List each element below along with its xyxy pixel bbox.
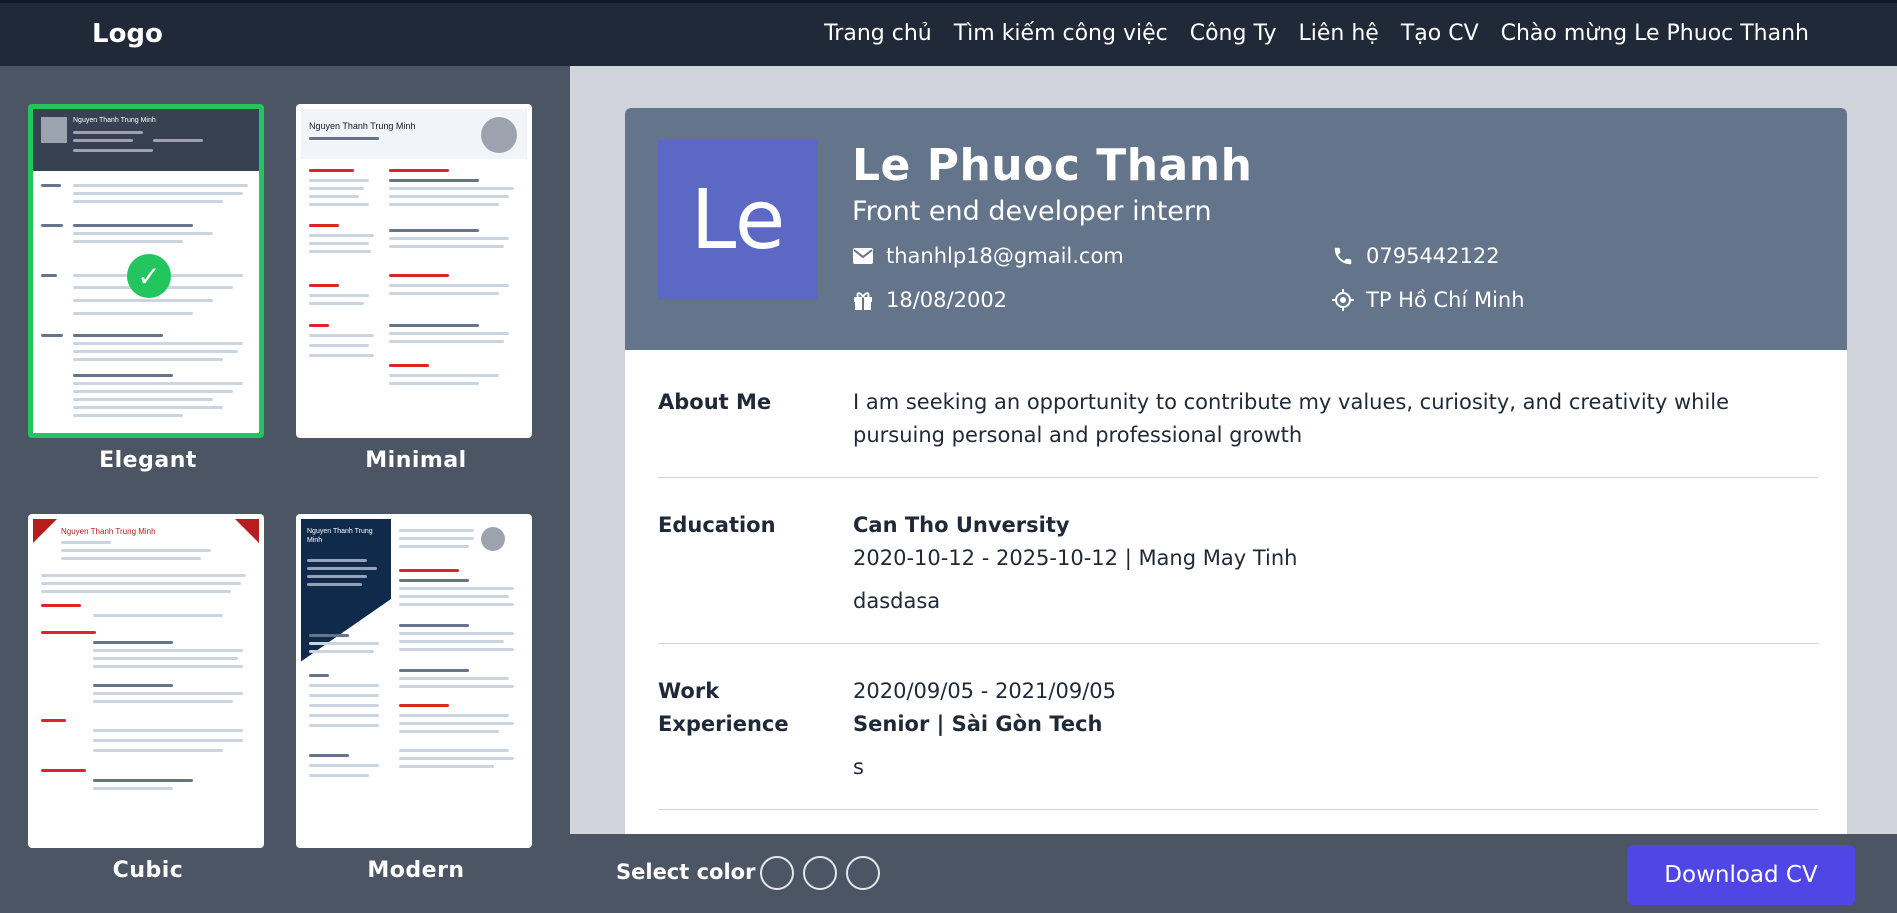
nav-contact[interactable]: Liên hệ [1299,21,1379,46]
nav-create-cv[interactable]: Tạo CV [1401,21,1479,46]
cv-preview: Le Le Phuoc Thanh Front end developer in… [625,108,1847,834]
nav-job-search[interactable]: Tìm kiếm công việc [954,21,1168,46]
about-text-line1: I am seeking an opportunity to contribut… [853,390,1730,414]
nav-home[interactable]: Trang chủ [824,21,932,46]
location-crosshair-icon [1332,289,1354,311]
thumb-sample-name: Nguyen Thanh Trung Minh [309,121,416,131]
template-card-modern[interactable]: Nguyen Thanh Trung Minh Modern [296,514,536,883]
top-navbar: Logo Trang chủ Tìm kiếm công việc Công T… [0,0,1897,66]
template-name-modern: Modern [367,858,465,883]
template-thumbnail-cubic[interactable]: Nguyen Thanh Trung Minh [28,514,264,848]
main-nav: Trang chủ Tìm kiếm công việc Công Ty Liê… [824,21,1809,46]
nav-company[interactable]: Công Ty [1190,21,1277,46]
template-thumbnail-elegant[interactable]: Nguyen Thanh Trung Minh ✓ [28,104,264,438]
template-thumbnail-minimal[interactable]: Nguyen Thanh Trung Minh [296,104,532,438]
about-text-line2: pursuing personal and professional growt… [853,423,1303,447]
work-label-line2: Experience [658,712,789,736]
color-swatch-1[interactable] [760,856,794,890]
cv-phone: 0795442122 [1332,244,1500,268]
template-name-minimal: Minimal [365,448,467,473]
selected-check-icon: ✓ [127,254,171,298]
cv-birthday: 18/08/2002 [852,288,1007,312]
education-label: Education [658,513,776,537]
cv-name: Le Phuoc Thanh [852,140,1253,191]
about-label: About Me [658,390,772,414]
work-period: 2020/09/05 - 2021/09/05 [853,679,1117,703]
template-panel: Nguyen Thanh Trung Minh ✓ Elegant Nguyen… [0,66,570,913]
gift-icon [852,289,874,311]
action-bar: Select color Download CV [570,834,1897,913]
cv-header: Le Le Phuoc Thanh Front end developer in… [625,108,1847,350]
education-note: dasdasa [853,589,941,613]
download-cv-button[interactable]: Download CV [1627,845,1855,905]
work-label-line1: Work [658,679,720,703]
cv-preview-area[interactable]: Le Le Phuoc Thanh Front end developer in… [570,66,1897,834]
thumb-sample-name: Nguyen Thanh Trung Minh [73,117,156,124]
logo[interactable]: Logo [92,19,163,49]
thumb-sample-name: Nguyen Thanh Trung Minh [61,527,156,536]
divider [658,477,1818,478]
template-name-elegant: Elegant [99,448,197,473]
template-card-cubic[interactable]: Nguyen Thanh Trung Minh Cubic [28,514,268,883]
education-school: Can Tho Unversity [853,513,1070,537]
cv-role: Front end developer intern [852,196,1212,227]
color-swatch-2[interactable] [803,856,837,890]
cv-location: TP Hồ Chí Minh [1332,288,1525,312]
education-period: 2020-10-12 - 2025-10-12 | Mang May Tinh [853,546,1298,570]
divider [658,643,1818,644]
template-name-cubic: Cubic [112,858,184,883]
work-note: s [853,755,864,779]
thumb-photo [481,117,517,153]
template-card-minimal[interactable]: Nguyen Thanh Trung Minh Minimal [296,104,536,473]
color-swatch-3[interactable] [846,856,880,890]
cv-email: thanhlp18@gmail.com [852,244,1124,268]
template-thumbnail-modern[interactable]: Nguyen Thanh Trung Minh [296,514,532,848]
phone-icon [1332,245,1354,267]
nav-user-greeting[interactable]: Chào mừng Le Phuoc Thanh [1501,21,1809,46]
thumb-sample-name: Nguyen Thanh Trung Minh [307,528,373,544]
select-color-label: Select color [616,860,756,884]
envelope-icon [852,245,874,267]
divider [658,809,1818,810]
template-card-elegant[interactable]: Nguyen Thanh Trung Minh ✓ Elegant [28,104,268,473]
thumb-photo [41,117,67,143]
thumb-photo [481,527,505,551]
cv-avatar: Le [658,140,818,300]
work-title: Senior | Sài Gòn Tech [853,712,1103,736]
